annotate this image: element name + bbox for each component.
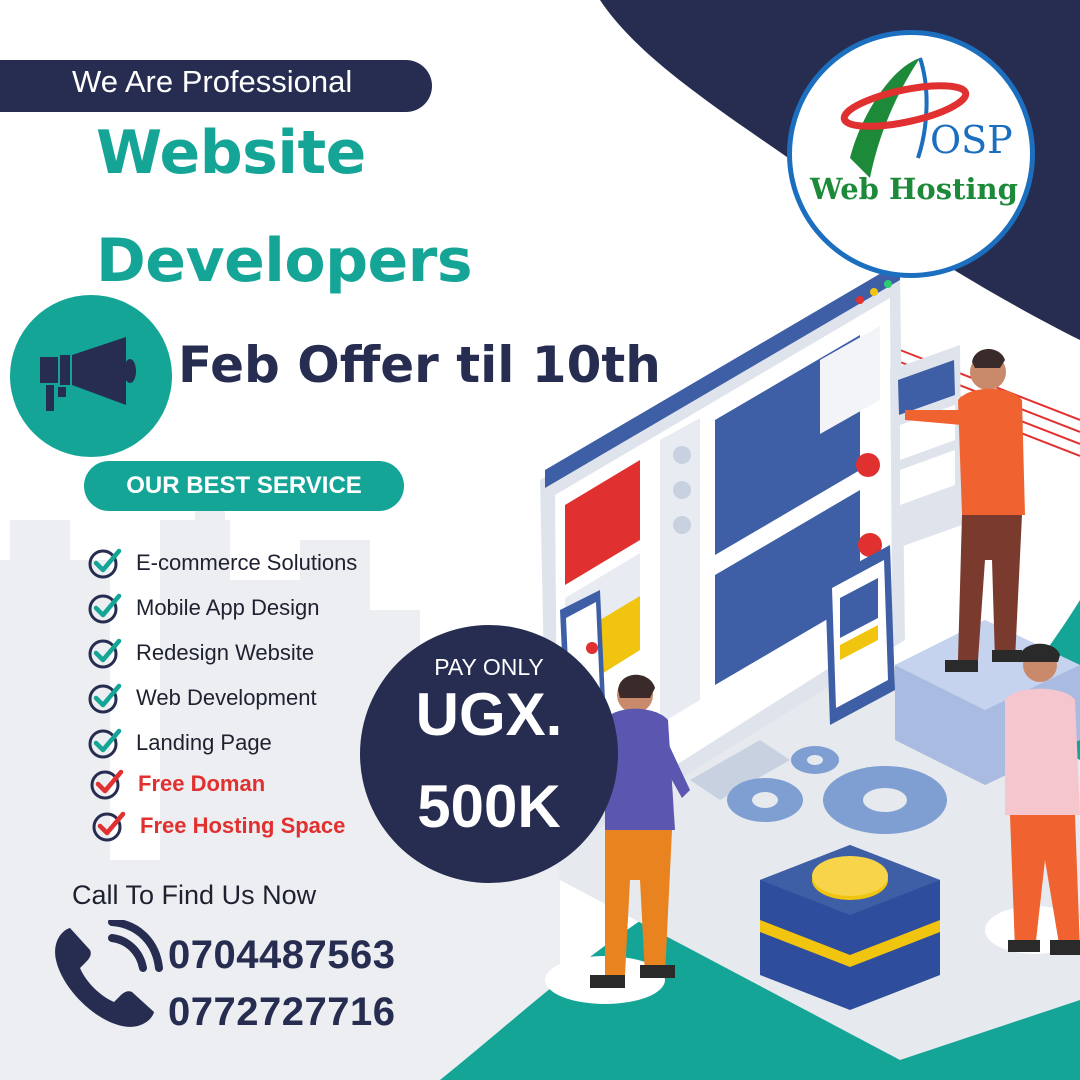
service-item-label: E-commerce Solutions (136, 550, 358, 575)
price-amount: 500K (417, 773, 561, 840)
checkmark-icon (88, 593, 122, 624)
promo-poster: We Are Professional Website Developers F… (0, 0, 1080, 1080)
service-item-label: Web Development (136, 685, 317, 710)
logo-brand: OSP (930, 118, 1013, 162)
service-item-label: Redesign Website (136, 640, 315, 665)
service-item-highlight: Free Doman (88, 767, 265, 801)
logo-subtitle: Web Hosting (810, 172, 1018, 206)
service-item: Redesign Website (86, 636, 314, 670)
checkmark-icon (88, 728, 122, 759)
service-item: Web Development (86, 681, 317, 715)
phone-number-2[interactable]: 0772727716 (168, 990, 395, 1035)
floating-ui-card (890, 345, 962, 550)
phone-icon (55, 920, 163, 1027)
phone-number-1[interactable]: 0704487563 (168, 933, 395, 978)
price-currency: UGX. (415, 681, 563, 748)
checkmark-icon (88, 548, 122, 579)
megaphone-icon (40, 337, 136, 411)
contact-heading: Call To Find Us Now (72, 880, 317, 910)
service-item: E-commerce Solutions (86, 546, 357, 580)
offer-text: Feb Offer til 10th (178, 336, 661, 394)
coin-pedestal (760, 845, 940, 1010)
checkmark-icon (92, 811, 126, 842)
checkmark-icon (88, 683, 122, 714)
price-prefix: PAY ONLY (434, 654, 544, 680)
service-item-label: Mobile App Design (136, 595, 320, 620)
service-item-label: Free Doman (138, 771, 266, 796)
service-item-label: Free Hosting Space (140, 813, 346, 838)
checkmark-icon (88, 638, 122, 669)
service-item: Mobile App Design (86, 591, 319, 625)
checkmark-icon (90, 769, 124, 800)
service-item-label: Landing Page (136, 730, 272, 755)
services-title: OUR BEST SERVICE (126, 472, 362, 499)
headline-line-2: Developers (96, 226, 473, 296)
service-item: Landing Page (86, 726, 272, 760)
headline-line-1: Website (96, 118, 366, 188)
service-item-highlight: Free Hosting Space (90, 809, 345, 843)
tagline: We Are Professional (72, 64, 353, 99)
